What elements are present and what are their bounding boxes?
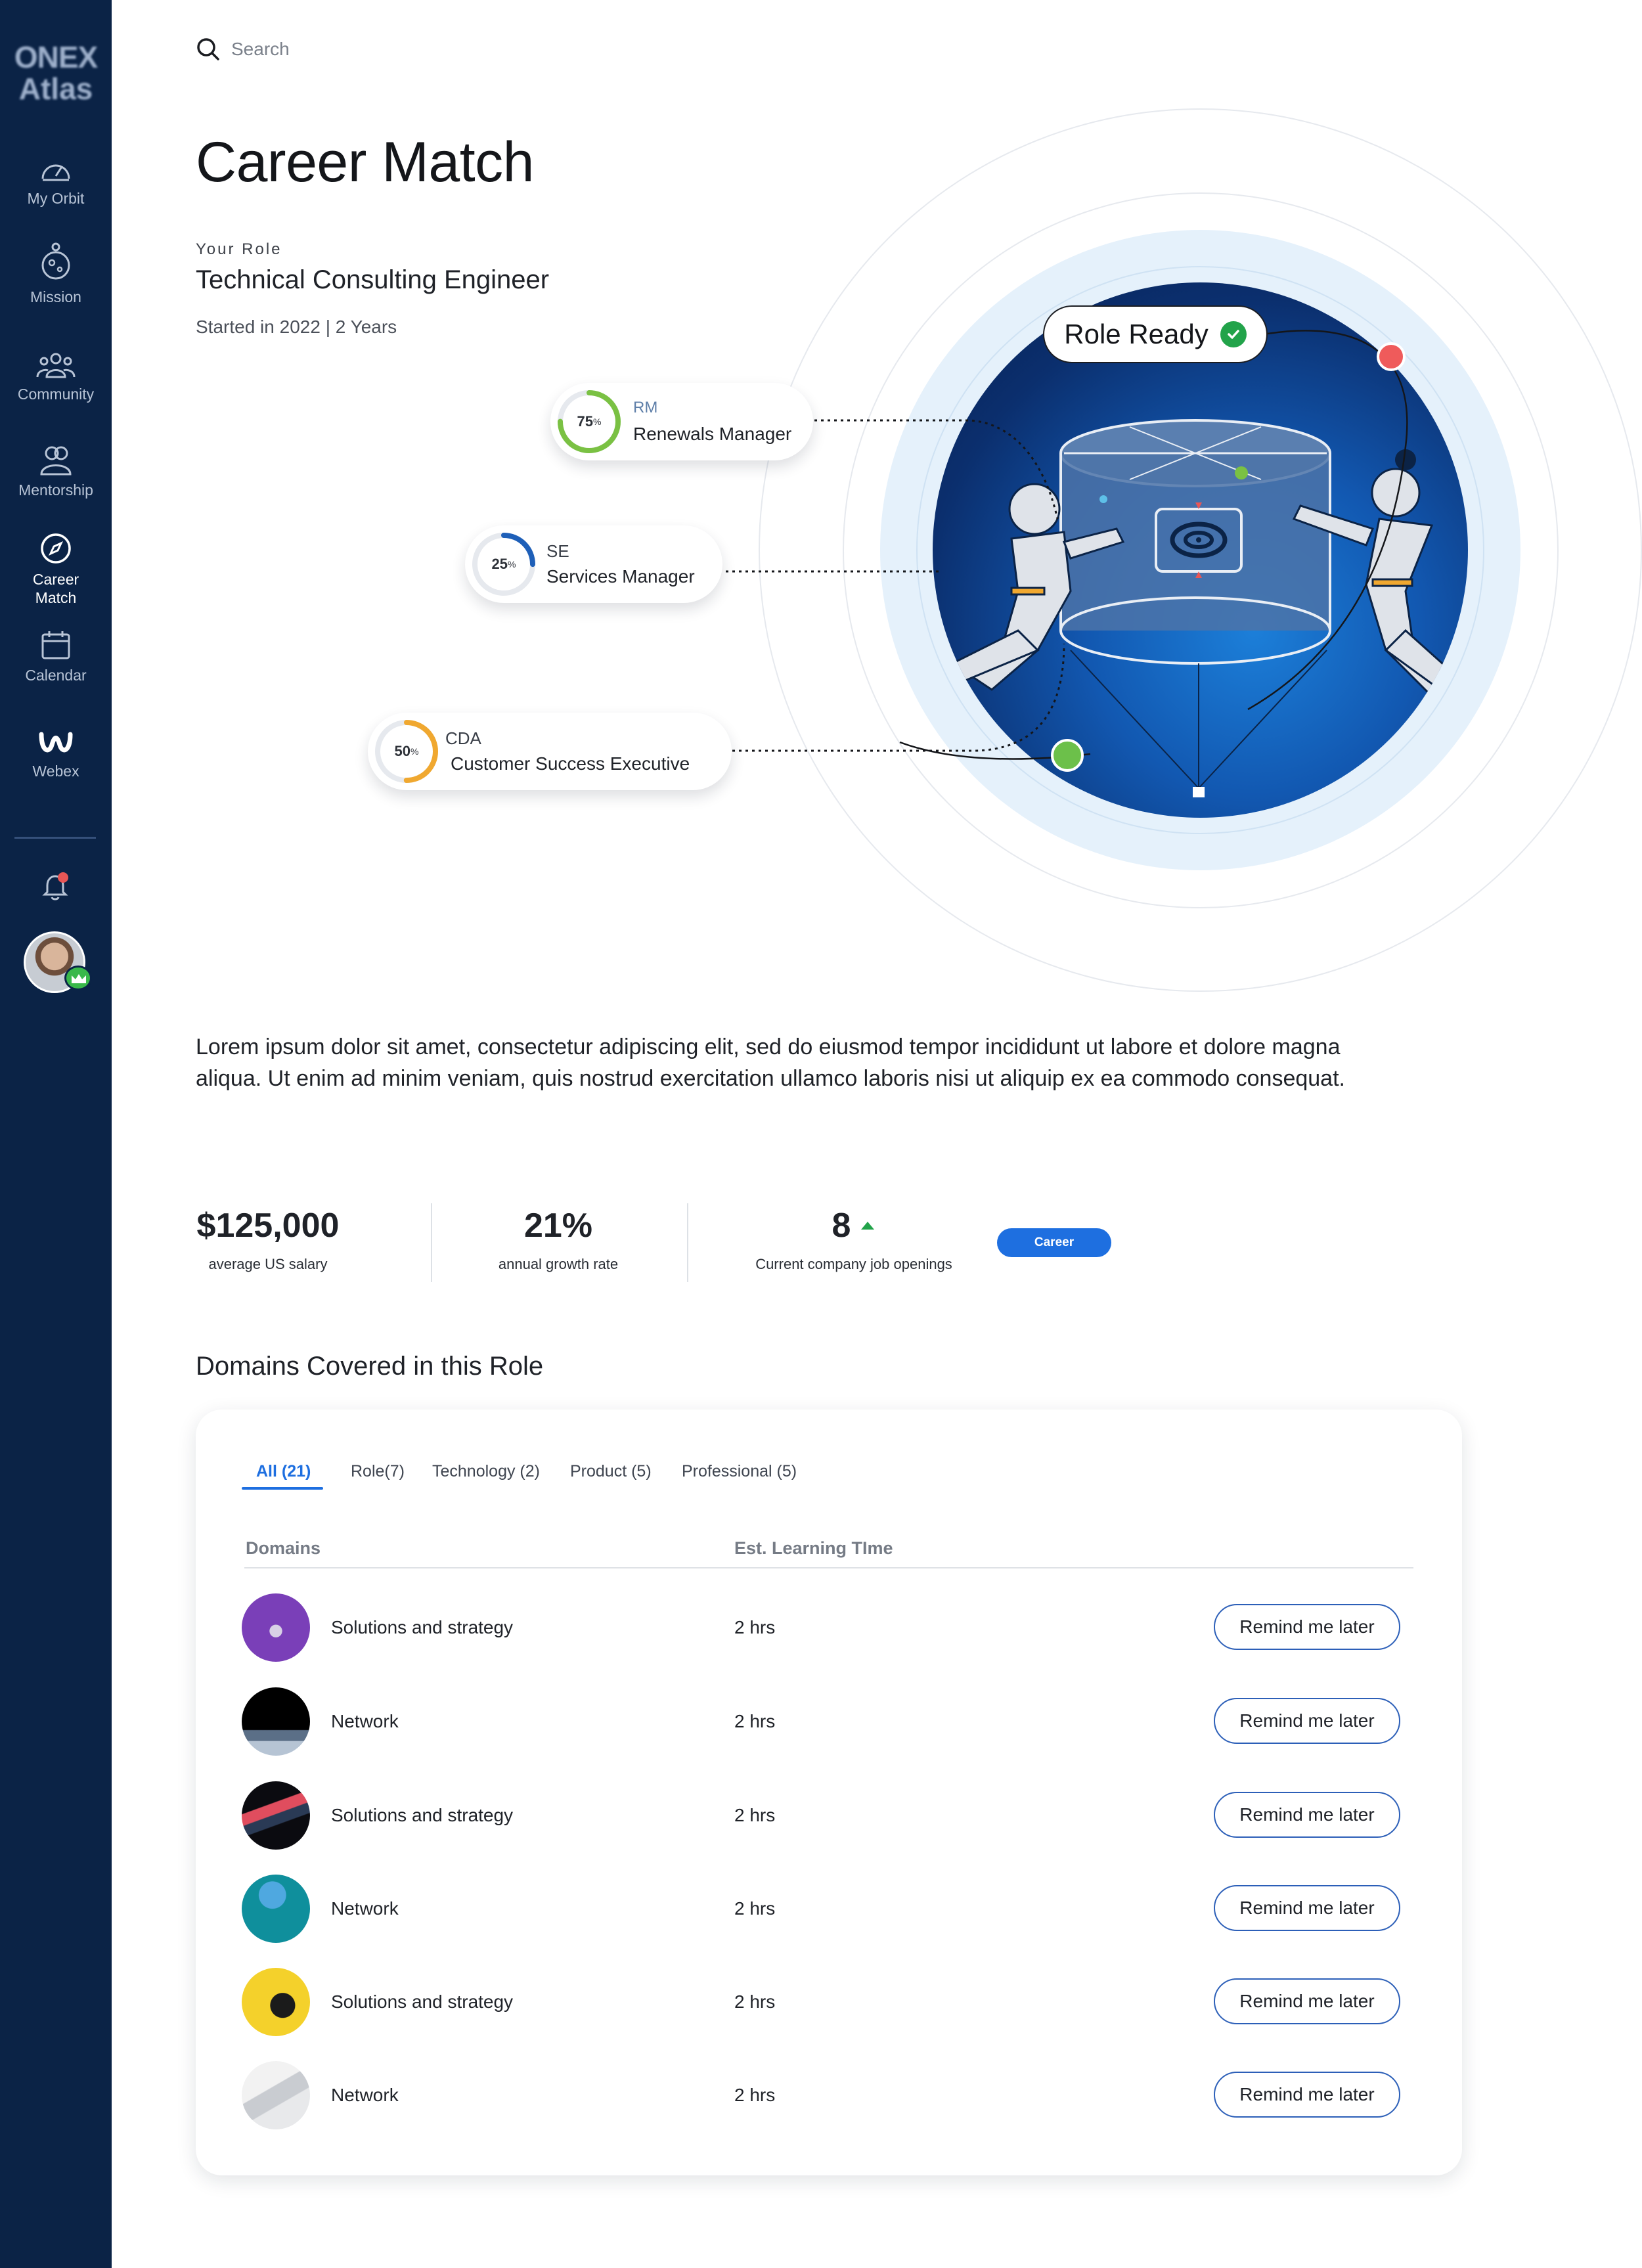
- role-ready-badge[interactable]: Role Ready: [1043, 305, 1268, 363]
- table-row: Network 2 hrs Remind me later: [242, 1875, 1417, 1943]
- domain-thumbnail: [242, 1687, 310, 1756]
- match-percent: 50: [394, 743, 411, 759]
- stat-value: 8: [832, 1207, 851, 1245]
- match-percent: 25: [491, 556, 508, 572]
- domain-learning-time: 2 hrs: [734, 1805, 776, 1825]
- domain-name: Solutions and strategy: [331, 1991, 514, 2012]
- progress-ring: 75%: [556, 388, 623, 455]
- remind-me-later-button[interactable]: Remind me later: [1214, 1978, 1400, 2024]
- tab-technology[interactable]: Technology (2): [432, 1462, 540, 1481]
- domain-name: Network: [331, 1711, 399, 1731]
- role-description: Lorem ipsum dolor sit amet, consectetur …: [196, 1034, 1345, 1091]
- domain-learning-time: 2 hrs: [734, 2085, 776, 2105]
- domain-name: Network: [331, 1898, 399, 1919]
- domain-name: Network: [331, 2085, 399, 2105]
- stat-label: Current company job openings: [755, 1256, 952, 1272]
- domain-thumbnail: [242, 1593, 310, 1662]
- domain-thumbnail: [242, 2061, 310, 2129]
- stat-salary: $125,000 average US salary: [196, 1206, 340, 1273]
- orbit-marker-green: [1051, 739, 1084, 772]
- table-row: Network 2 hrs Remind me later: [242, 2061, 1417, 2129]
- match-pill-renewals-manager[interactable]: 75% RM Renewals Manager: [550, 383, 813, 460]
- progress-ring: 25%: [470, 531, 537, 598]
- match-abbr: CDA: [445, 728, 481, 748]
- remind-me-later-button[interactable]: Remind me later: [1214, 1792, 1400, 1838]
- domain-learning-time: 2 hrs: [734, 1991, 776, 2012]
- check-icon: [1220, 321, 1247, 347]
- domain-learning-time: 2 hrs: [734, 1617, 776, 1637]
- tab-role[interactable]: Role(7): [351, 1462, 405, 1481]
- domain-thumbnail: [242, 1968, 310, 2036]
- tab-all[interactable]: All (21): [256, 1462, 311, 1481]
- match-name: Renewals Manager: [633, 424, 792, 444]
- domain-thumbnail: [242, 1875, 310, 1943]
- table-row: Solutions and strategy 2 hrs Remind me l…: [242, 1781, 1417, 1850]
- domain-learning-time: 2 hrs: [734, 1898, 776, 1919]
- orbit-marker-red: [1377, 342, 1406, 371]
- career-button[interactable]: Career: [997, 1228, 1111, 1257]
- stat-openings: 8 Current company job openings: [742, 1206, 965, 1273]
- domains-section-title: Domains Covered in this Role: [196, 1352, 544, 1381]
- stat-value: $125,000: [196, 1207, 340, 1245]
- trend-up-icon: [861, 1222, 875, 1230]
- remind-me-later-button[interactable]: Remind me later: [1214, 1698, 1400, 1744]
- table-row: Solutions and strategy 2 hrs Remind me l…: [242, 1968, 1417, 2036]
- stat-divider: [687, 1203, 688, 1282]
- domain-thumbnail: [242, 1781, 310, 1850]
- match-name: Customer Success Executive: [451, 753, 690, 774]
- domain-name: Solutions and strategy: [331, 1617, 514, 1637]
- stat-label: average US salary: [208, 1256, 328, 1272]
- table-header-divider: [244, 1567, 1413, 1568]
- active-tab-indicator: [242, 1487, 323, 1490]
- match-abbr: RM: [633, 399, 658, 416]
- match-abbr: SE: [546, 541, 569, 561]
- remind-me-later-button[interactable]: Remind me later: [1214, 1604, 1400, 1650]
- domain-learning-time: 2 hrs: [734, 1711, 776, 1731]
- domain-name: Solutions and strategy: [331, 1805, 514, 1825]
- stat-growth: 21% annual growth rate: [479, 1206, 637, 1273]
- table-row: Solutions and strategy 2 hrs Remind me l…: [242, 1593, 1417, 1662]
- role-ready-label: Role Ready: [1064, 319, 1209, 349]
- domains-card: All (21) Role(7) Technology (2) Product …: [196, 1410, 1462, 2175]
- match-percent: 75: [577, 413, 594, 430]
- progress-ring: 50%: [373, 718, 440, 785]
- column-header-learning-time: Est. Learning TIme: [734, 1538, 893, 1558]
- tab-professional[interactable]: Professional (5): [682, 1462, 797, 1481]
- remind-me-later-button[interactable]: Remind me later: [1214, 1885, 1400, 1931]
- stat-divider: [431, 1203, 432, 1282]
- match-pill-services-manager[interactable]: 25% SE Services Manager: [465, 525, 722, 603]
- column-header-domains: Domains: [246, 1538, 321, 1558]
- match-pill-customer-success-executive[interactable]: 50% CDA Customer Success Executive: [368, 713, 732, 790]
- stat-value: 21%: [523, 1207, 593, 1245]
- table-row: Network 2 hrs Remind me later: [242, 1687, 1417, 1756]
- remind-me-later-button[interactable]: Remind me later: [1214, 2072, 1400, 2118]
- match-name: Services Manager: [546, 566, 695, 587]
- stat-label: annual growth rate: [498, 1256, 619, 1272]
- tab-product[interactable]: Product (5): [570, 1462, 652, 1481]
